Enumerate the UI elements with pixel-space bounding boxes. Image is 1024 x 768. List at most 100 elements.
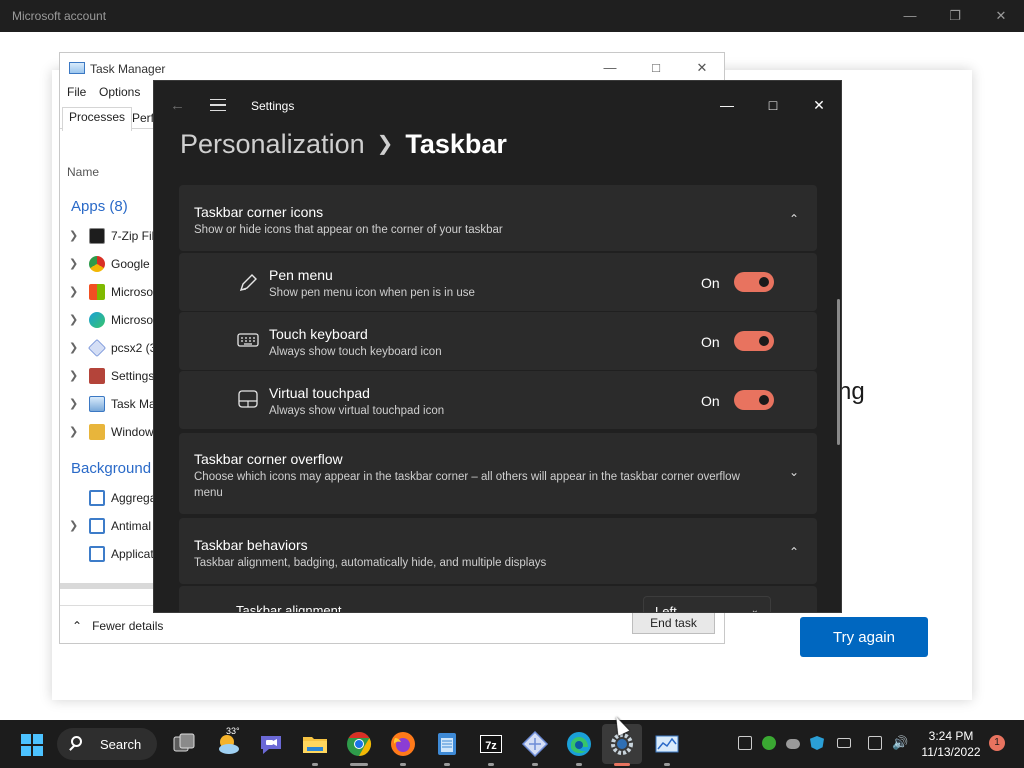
hamburger-menu-icon[interactable]	[210, 99, 226, 111]
chevron-up-icon[interactable]: ⌃	[789, 212, 799, 226]
list-item[interactable]: ❯ Antimal	[60, 515, 160, 539]
fewer-details-button[interactable]: ⌃ Fewer details	[72, 619, 163, 633]
chevron-right-icon[interactable]: ❯	[69, 369, 78, 382]
corner-icons-card[interactable]: Taskbar corner icons Show or hide icons …	[179, 185, 817, 251]
utorrent-icon[interactable]	[762, 736, 776, 750]
breadcrumb-personalization[interactable]: Personalization	[180, 129, 365, 159]
clock-date: 11/13/2022	[921, 745, 981, 759]
list-item[interactable]: ❯ pcsx2 (3	[60, 337, 160, 361]
list-item[interactable]: ❯ Task Ma	[60, 393, 160, 417]
notification-badge[interactable]: 1	[989, 735, 1005, 751]
settings-maximize-button[interactable]: □	[757, 89, 789, 121]
menu-file[interactable]: File	[67, 85, 86, 99]
list-item[interactable]: ❯ Microso	[60, 309, 160, 333]
menu-options[interactable]: Options	[99, 85, 140, 99]
start-button[interactable]	[20, 733, 44, 757]
horizontal-scrollbar[interactable]	[60, 583, 154, 589]
ms-account-heading: ng	[838, 378, 865, 405]
keyboard-icon[interactable]	[837, 738, 851, 748]
chevron-down-icon[interactable]: ⌄	[789, 465, 799, 479]
chevron-right-icon[interactable]: ❯	[69, 425, 78, 438]
taskbar-search[interactable]: Search	[57, 728, 157, 760]
tm-close-button[interactable]: ✕	[688, 57, 716, 79]
chevron-right-icon[interactable]: ❯	[69, 313, 78, 326]
process-icon	[89, 518, 105, 534]
tm-maximize-button[interactable]: □	[642, 57, 670, 79]
list-item[interactable]: Aggrega	[60, 487, 160, 511]
try-again-button[interactable]: Try again	[800, 617, 928, 657]
process-icon	[89, 490, 105, 506]
tab-processes[interactable]: Processes	[62, 107, 133, 131]
chevron-right-icon[interactable]: ❯	[69, 229, 78, 242]
settings-icon	[89, 368, 105, 384]
weather-temperature: 33°	[226, 726, 240, 736]
taskbar-behaviors-card[interactable]: Taskbar behaviors Taskbar alignment, bad…	[179, 518, 817, 584]
chevron-right-icon[interactable]: ❯	[69, 397, 78, 410]
firefox-icon[interactable]	[389, 730, 417, 758]
taskbar-alignment-dropdown[interactable]: Left ⌄	[643, 596, 771, 612]
tablet-icon[interactable]	[738, 736, 752, 750]
clock-time: 3:24 PM	[928, 729, 974, 743]
onedrive-icon[interactable]	[786, 739, 800, 749]
7zip-icon[interactable]: 7z	[477, 730, 505, 758]
7zip-icon	[89, 228, 105, 244]
chrome-icon[interactable]	[345, 730, 373, 758]
running-indicator	[400, 763, 406, 766]
chevron-right-icon: ❯	[376, 133, 394, 155]
settings-titlebar: ← Settings — □ ✕	[154, 81, 841, 129]
taskbar: Search 33° 7z 🔊 3:24 PM 11/13/2022 1	[0, 720, 1024, 768]
chevron-right-icon[interactable]: ❯	[69, 257, 78, 270]
task-manager-icon[interactable]	[653, 730, 681, 758]
list-item[interactable]: ❯ Settings	[60, 365, 160, 389]
pen-menu-toggle[interactable]	[734, 272, 774, 292]
microsoft-icon	[89, 284, 105, 300]
chevron-right-icon[interactable]: ❯	[69, 341, 78, 354]
file-explorer-icon[interactable]	[301, 730, 329, 758]
settings-minimize-button[interactable]: —	[711, 89, 743, 121]
touch-keyboard-row: Touch keyboard Always show touch keyboar…	[179, 312, 817, 370]
list-item[interactable]: ❯ Google	[60, 253, 160, 277]
edge-icon[interactable]	[565, 730, 593, 758]
keyboard-icon	[237, 331, 261, 351]
taskbar-clock[interactable]: 3:24 PM 11/13/2022	[918, 728, 984, 760]
touch-keyboard-toggle[interactable]	[734, 331, 774, 351]
network-icon[interactable]	[868, 736, 882, 750]
running-indicator	[488, 763, 494, 766]
tm-minimize-button[interactable]: —	[596, 57, 624, 79]
settings-scrollbar[interactable]	[837, 299, 840, 445]
virtual-touchpad-toggle[interactable]	[734, 390, 774, 410]
restore-button[interactable]: ❐	[935, 4, 975, 28]
running-indicator	[350, 763, 368, 766]
apps-section-header: Apps (8)	[71, 198, 128, 215]
settings-close-button[interactable]: ✕	[803, 89, 835, 121]
notepad-icon[interactable]	[433, 730, 461, 758]
active-indicator	[614, 763, 630, 766]
pen-menu-row: Pen menu Show pen menu icon when pen is …	[179, 253, 817, 311]
edge-icon	[89, 312, 105, 328]
chevron-right-icon[interactable]: ❯	[69, 285, 78, 298]
running-indicator	[532, 763, 538, 766]
back-arrow-icon[interactable]: ←	[170, 97, 185, 114]
page-title: Taskbar	[405, 129, 507, 159]
running-indicator	[664, 763, 670, 766]
chevron-up-icon[interactable]: ⌃	[789, 545, 799, 559]
volume-icon[interactable]: 🔊	[892, 736, 908, 750]
virtual-touchpad-row: Virtual touchpad Always show virtual tou…	[179, 371, 817, 429]
chat-icon[interactable]	[257, 730, 285, 758]
end-task-button[interactable]: End task	[632, 612, 715, 634]
close-button[interactable]: ✕	[981, 4, 1021, 28]
list-item[interactable]: Applicat	[60, 543, 160, 567]
list-item[interactable]: ❯ 7-Zip Fil	[60, 225, 160, 249]
settings-window: ← Settings — □ ✕ Personalization ❯ Taskbar…	[153, 80, 842, 613]
task-manager-title: Task Manager	[90, 62, 166, 76]
defender-shield-icon[interactable]	[810, 736, 824, 750]
list-item[interactable]: ❯ Microso	[60, 281, 160, 305]
list-item[interactable]: ❯ Window	[60, 421, 160, 445]
folder-icon	[89, 424, 105, 440]
chrome-icon	[89, 256, 105, 272]
task-view-icon[interactable]	[170, 730, 198, 758]
minimize-button[interactable]: —	[890, 4, 930, 28]
corner-overflow-card[interactable]: Taskbar corner overflow Choose which ico…	[179, 433, 817, 514]
chevron-right-icon[interactable]: ❯	[69, 519, 78, 532]
pcsx2-icon[interactable]	[521, 730, 549, 758]
